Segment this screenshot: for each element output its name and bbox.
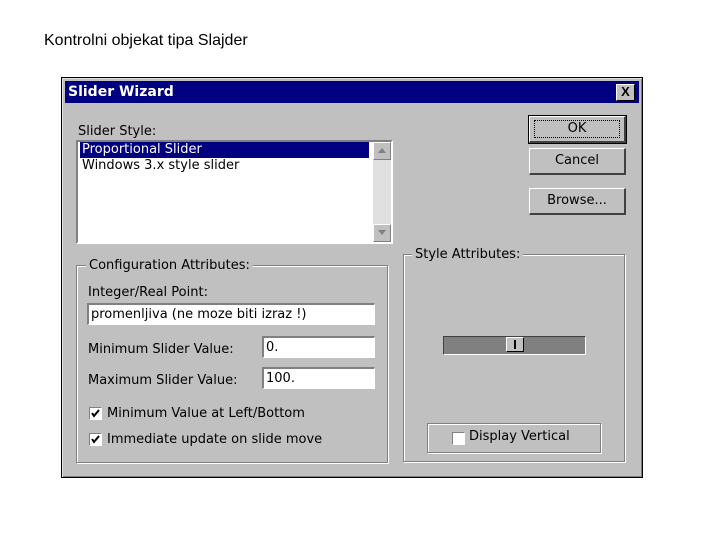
browse-button[interactable]: Browse... [529,188,626,215]
focus-rect [534,120,620,138]
checkmark-icon [91,435,100,444]
immediate-update-checkbox[interactable] [89,433,102,446]
min-left-checkbox-label[interactable]: Minimum Value at Left/Bottom [107,406,305,421]
browse-button-label: Browse... [547,193,607,208]
cancel-button-label: Cancel [554,153,600,168]
display-vertical-label[interactable]: Display Vertical [469,429,570,444]
point-label: Integer/Real Point: [88,285,208,300]
max-value-label: Maximum Slider Value: [88,373,238,388]
slider-thumb[interactable] [506,337,524,352]
scroll-down-icon[interactable] [373,224,391,242]
checkmark-icon [91,409,100,418]
scroll-up-icon[interactable] [373,142,391,160]
config-attributes-caption: Configuration Attributes: [86,258,253,273]
ok-button[interactable]: OK [528,115,627,144]
listbox-scrollbar[interactable] [373,142,391,242]
slider-style-label: Slider Style: [78,124,157,139]
slider-style-listbox[interactable]: Proportional Slider Windows 3.x style sl… [76,140,393,244]
point-input[interactable]: promenljiva (ne moze biti izraz !) [87,303,375,325]
title-bar[interactable]: Slider Wizard X [65,81,639,103]
min-value-label: Minimum Slider Value: [88,342,234,357]
display-vertical-checkbox[interactable] [452,432,465,445]
style-attributes-caption: Style Attributes: [412,247,524,262]
min-left-checkbox[interactable] [89,407,102,420]
list-item-proportional[interactable]: Proportional Slider [80,142,369,158]
cancel-button[interactable]: Cancel [529,148,626,175]
slider-grip [514,340,516,349]
slider-preview[interactable] [443,336,586,355]
max-value-input[interactable]: 100. [262,367,375,389]
window-title: Slider Wizard [68,84,174,100]
display-vertical-frame: Display Vertical [427,423,601,453]
slider-wizard-dialog: Slider Wizard X Slider Style: Proportion… [61,77,643,478]
list-item-win3x[interactable]: Windows 3.x style slider [80,158,241,174]
close-icon[interactable]: X [616,84,635,101]
min-value-input[interactable]: 0. [262,336,375,358]
slide-title: Kontrolni objekat tipa Slajder [44,32,248,49]
immediate-update-checkbox-label[interactable]: Immediate update on slide move [107,432,322,447]
